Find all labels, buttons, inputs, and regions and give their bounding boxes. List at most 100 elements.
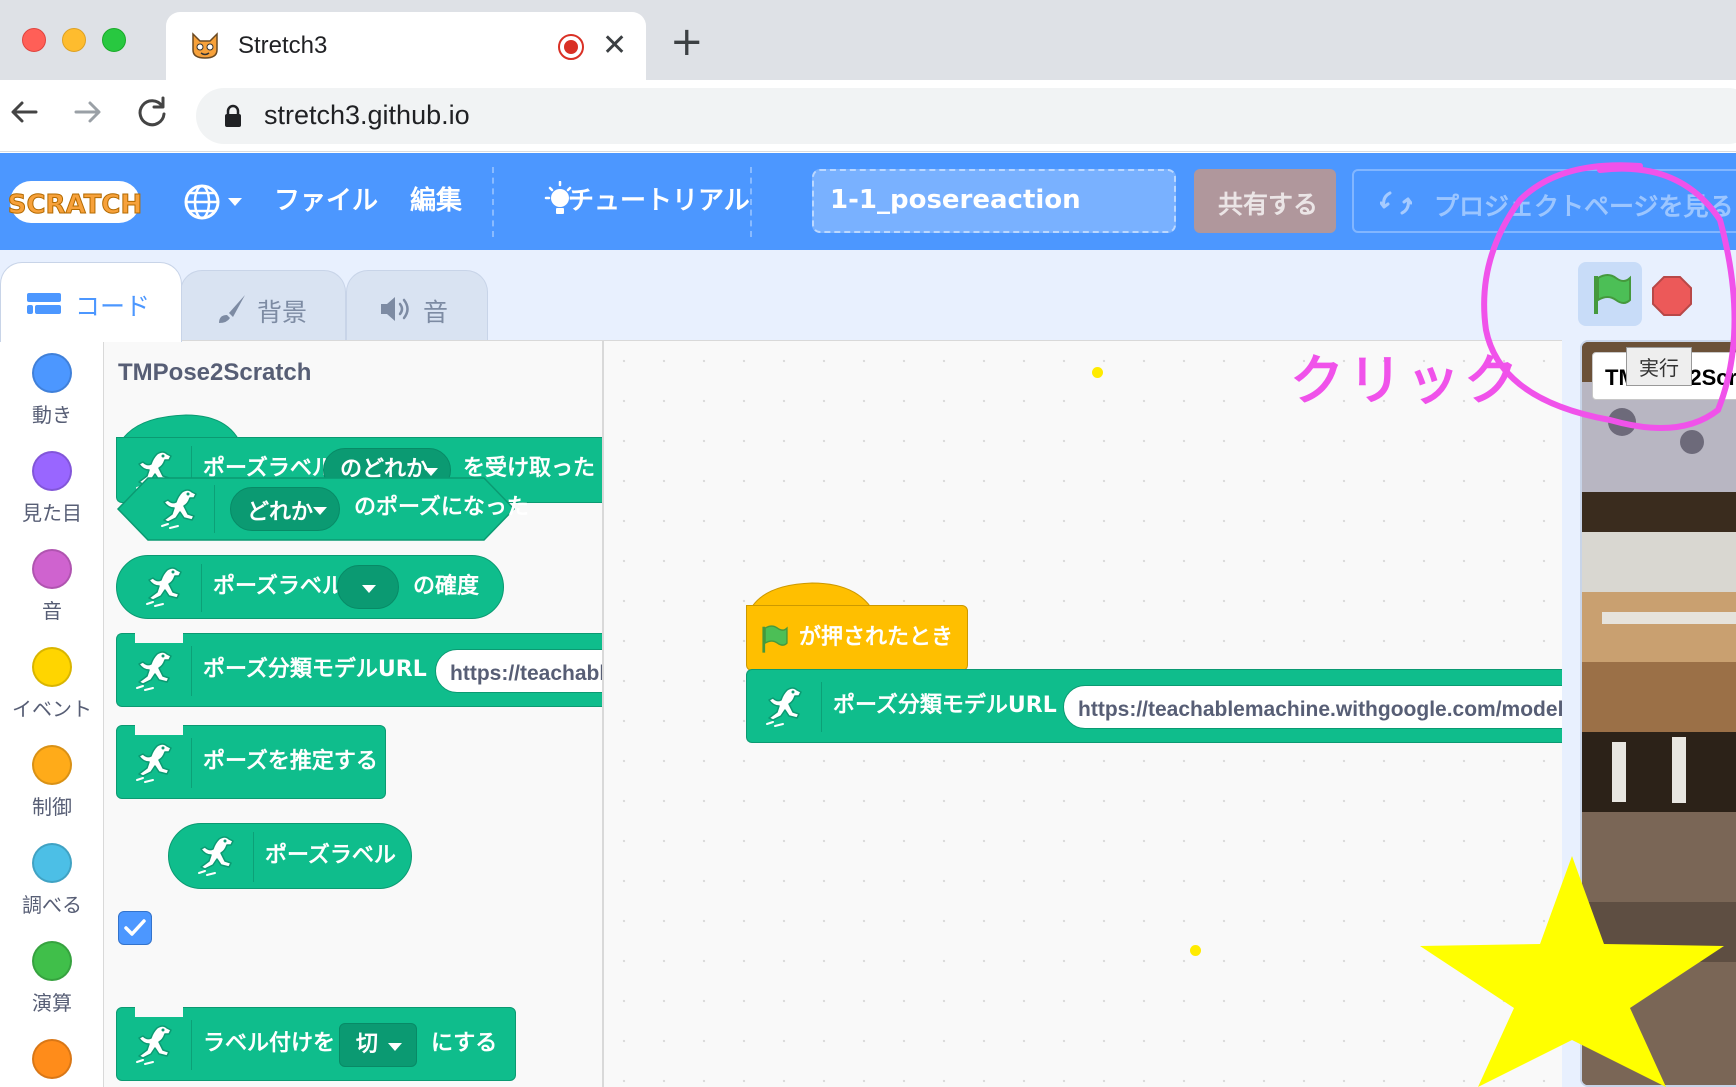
tab-backdrops-label: 背景 [257,298,308,327]
new-tab-plus-icon[interactable]: + [670,22,704,62]
category-operators[interactable]: 演算 [0,941,104,1016]
block-divider [191,738,192,788]
category-sound[interactable]: 音 [0,549,104,624]
category-control[interactable]: 制御 [0,745,104,820]
category-label: 動き [32,403,72,427]
window-zoom-button[interactable] [102,28,126,52]
tab-backdrops[interactable]: 背景 [180,270,346,340]
block-notch [135,1007,183,1017]
running-dog-icon [129,738,179,788]
running-dog-icon [129,1020,179,1070]
file-menu[interactable]: ファイル [274,181,378,221]
forward-arrow-icon[interactable] [68,92,108,132]
window-minimize-button[interactable] [62,28,86,52]
category-dot [32,843,72,883]
block-text: ポーズラベル [265,843,396,868]
tab-close-icon[interactable]: ✕ [602,26,627,66]
block-when-flag-clicked[interactable]: が押されたとき [746,605,968,671]
edit-menu[interactable]: 編集 [410,181,462,221]
see-project-page-icon [1380,191,1412,215]
pose-dropdown[interactable]: どれか [230,487,340,531]
share-button[interactable]: 共有する [1194,169,1336,233]
block-text: ラベル付けを [203,1031,336,1056]
pose-label-dropdown-empty[interactable] [337,565,399,609]
running-dog-icon [191,831,241,881]
category-dot [32,353,72,393]
input-value: https://teachablemachine.withgoogle.com/… [1078,698,1562,721]
block-divider [191,646,192,696]
back-arrow-icon[interactable] [4,92,44,132]
block-set-labeling[interactable]: ラベル付けを 切 にする [116,1007,516,1081]
browser-tab-stretch3[interactable]: Stretch3 ✕ [166,12,646,80]
checkmark-icon [124,919,146,936]
category-dot [32,745,72,785]
block-palette: TMPose2Scratch ポーズラベル のどれか を受け取った どれか のポ… [104,340,604,1087]
green-flag-icon [1594,274,1631,314]
category-sensing[interactable]: 調べる [0,843,104,918]
block-text: ポーズ分類モデルURL [833,693,1057,718]
block-text: ポーズ分類モデルURL [203,657,427,682]
category-label: イベント [12,697,92,721]
category-menu: 動き 見た目 音 イベント 制御 調べる 演算 [0,340,104,1087]
category-dot [32,941,72,981]
lock-icon [225,104,241,127]
address-bar[interactable]: stretch3.github.io [196,88,1736,144]
menu-divider [750,167,752,237]
block-divider [821,682,822,732]
block-text: ポーズを推定する [203,749,378,774]
category-dot [32,1039,72,1079]
block-pose-confidence[interactable]: ポーズラベル の確度 [116,555,504,619]
block-pose-label-reporter[interactable]: ポーズラベル [168,823,412,889]
script-workspace[interactable]: が押されたとき ポーズ分類モデルURL https://teachablemac… [604,340,1562,1087]
reload-icon[interactable] [132,92,172,132]
running-dog-icon [154,484,204,534]
category-label: 演算 [32,991,72,1015]
block-notch [135,633,183,643]
dropdown-value: 切 [356,1032,379,1057]
tab-code[interactable]: コード [0,262,182,342]
share-button-label: 共有する [1218,190,1319,219]
click-annotation-label: クリック [1290,349,1522,412]
model-url-input[interactable]: https://teachablemachine.withgoogle.com/… [1063,685,1562,729]
block-set-model-url[interactable]: ポーズ分類モデルURL https://teachablemachine [116,633,602,707]
tutorials-menu[interactable]: チュートリアル [568,181,750,221]
block-text: の確度 [413,574,480,599]
block-estimate-pose[interactable]: ポーズを推定する [116,725,386,799]
labeling-dropdown[interactable]: 切 [339,1023,417,1067]
see-project-page-button[interactable]: プロジェクトページを見る [1352,169,1736,233]
category-motion[interactable]: 動き [0,353,104,428]
block-divider [253,832,254,882]
category-variables[interactable] [0,1039,104,1079]
block-divider [201,564,202,612]
green-flag-button[interactable] [1578,262,1642,326]
window-close-button[interactable] [22,28,46,52]
language-globe-icon[interactable] [184,181,254,223]
block-text: が押されたとき [799,625,954,650]
stop-icon[interactable] [1652,276,1692,316]
input-value: https://teachablemachine [450,662,602,685]
category-label: 音 [42,599,62,623]
palette-extension-title: TMPose2Scratch [118,359,312,386]
recording-icon [558,34,584,60]
stage-video[interactable] [1580,340,1736,1087]
paintbrush-icon [219,295,245,323]
category-events[interactable]: イベント [0,647,104,722]
model-url-input[interactable]: https://teachablemachine [435,649,602,693]
block-pose-became[interactable]: どれか のポーズになった [116,477,529,541]
block-set-model-url-script[interactable]: ポーズ分類モデルURL https://teachablemachine.wit… [746,669,1562,743]
scratch-logo[interactable]: SCRATCH [8,177,142,227]
project-title-input[interactable]: 1-1_posereaction [812,169,1176,233]
tab-sounds-label: 音 [423,298,449,327]
running-dog-icon [139,562,189,612]
code-blocks-icon [27,293,61,314]
dropdown-arrow-icon [424,468,438,476]
block-text: のポーズになった [354,495,529,520]
block-text: にする [431,1031,498,1056]
dropdown-arrow-icon [362,585,376,593]
category-looks[interactable]: 見た目 [0,451,104,526]
category-label: 見た目 [22,501,82,525]
tab-sounds[interactable]: 音 [346,270,488,340]
monitor-checkbox[interactable] [118,911,152,945]
block-divider [214,485,215,533]
stage-area [1562,340,1736,1087]
